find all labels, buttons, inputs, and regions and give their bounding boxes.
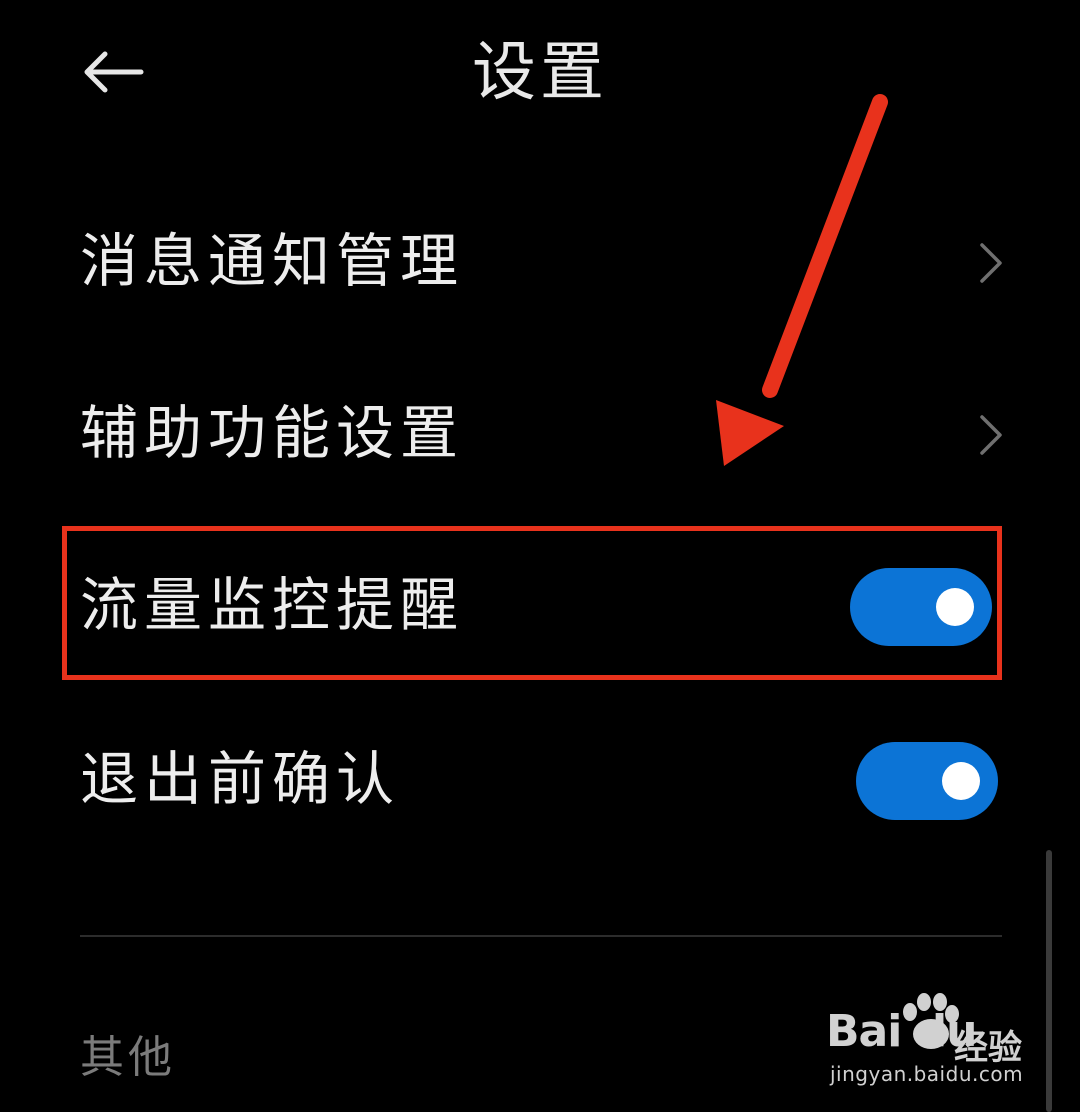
chevron-right-icon: [980, 243, 1002, 283]
app-header: 设置: [0, 0, 1080, 150]
scrollbar[interactable]: [1046, 850, 1052, 1112]
exit-confirm-toggle[interactable]: [856, 742, 998, 820]
toggle-knob: [942, 762, 980, 800]
watermark-url: jingyan.baidu.com: [830, 1062, 1024, 1086]
settings-item-label: 退出前确认: [80, 745, 401, 813]
settings-item-label: 消息通知管理: [80, 227, 465, 295]
settings-item-notification-management[interactable]: 消息通知管理: [0, 186, 1080, 336]
annotation-highlight-box: [62, 526, 1002, 680]
section-header-other: 其他: [80, 1032, 176, 1083]
section-divider: [80, 935, 1002, 937]
settings-item-label: 辅助功能设置: [80, 399, 465, 467]
settings-item-accessibility[interactable]: 辅助功能设置: [0, 358, 1080, 508]
chevron-right-icon: [980, 415, 1002, 455]
baidu-jingyan-watermark: Bai du 经验 jingyan.baidu.com: [826, 993, 1036, 1096]
page-title: 设置: [472, 36, 608, 110]
paw-icon: [903, 993, 959, 1049]
settings-item-exit-confirm: 退出前确认: [0, 704, 1080, 854]
